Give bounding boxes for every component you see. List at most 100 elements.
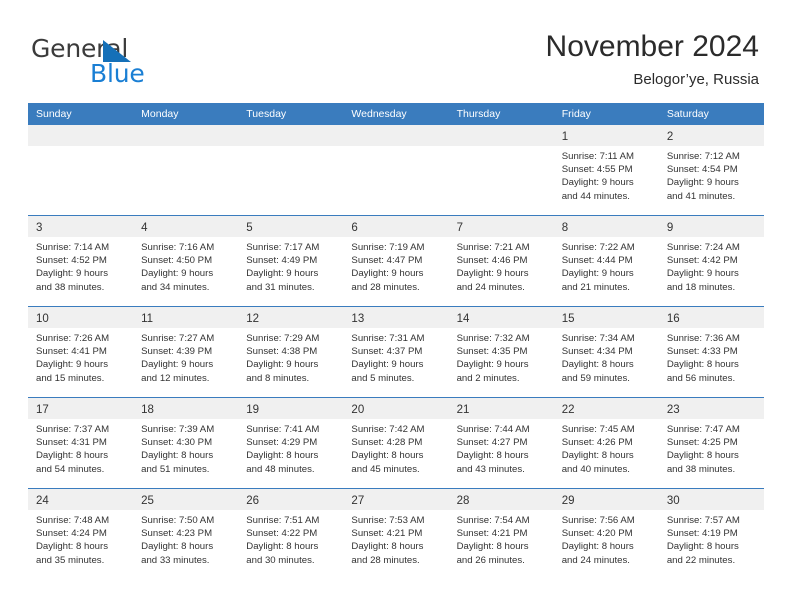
daylight-text-cont: and 59 minutes. — [561, 372, 630, 384]
calendar-day-cell[interactable]: 21 Sunrise: 7:44 AM Sunset: 4:27 PM Dayligh… — [448, 398, 554, 488]
sunrise-text: Sunrise: 7:54 AM — [456, 515, 530, 526]
calendar-day-cell[interactable]: 27 Sunrise: 7:53 AM Sunset: 4:21 PM Dayligh… — [343, 489, 449, 579]
sunrise-text: Sunrise: 7:41 AM — [246, 424, 320, 435]
calendar-day-cell[interactable]: 16 Sunrise: 7:36 AM Sunset: 4:33 PM Dayligh… — [658, 307, 764, 397]
calendar-day-cell[interactable]: 9 Sunrise: 7:24 AM Sunset: 4:42 PM Daylight… — [658, 216, 764, 306]
sunset-text: Sunset: 4:47 PM — [351, 255, 423, 267]
day-number-band: 2 — [658, 125, 764, 146]
calendar-day-cell[interactable]: 12 Sunrise: 7:29 AM Sunset: 4:38 PM Dayligh… — [238, 307, 344, 397]
sunset-text: Sunset: 4:22 PM — [246, 528, 318, 540]
daylight-text: Daylight: 8 hours — [456, 450, 529, 462]
day-details: Sunrise: 7:42 AM Sunset: 4:28 PM Daylight:… — [343, 419, 448, 476]
daylight-text-cont: and 8 minutes. — [246, 372, 310, 384]
calendar-day-cell[interactable]: 19 Sunrise: 7:41 AM Sunset: 4:29 PM Dayligh… — [238, 398, 344, 488]
day-number: 19 — [246, 404, 260, 416]
calendar-day-cell[interactable]: 18 Sunrise: 7:39 AM Sunset: 4:30 PM Dayligh… — [133, 398, 239, 488]
daylight-text-cont: and 38 minutes. — [36, 281, 105, 293]
calendar-day-cell[interactable]: 6 Sunrise: 7:19 AM Sunset: 4:47 PM Daylight… — [343, 216, 449, 306]
day-details: Sunrise: 7:41 AM Sunset: 4:29 PM Daylight:… — [238, 419, 343, 476]
calendar-week-row: 1 Sunrise: 7:11 AM Sunset: 4:55 PM Daylight… — [28, 125, 764, 216]
daylight-text-cont: and 15 minutes. — [36, 372, 105, 384]
sunset-text: Sunset: 4:35 PM — [456, 346, 528, 358]
day-details: Sunrise: 7:37 AM Sunset: 4:31 PM Daylight:… — [28, 419, 133, 476]
daylight-text: Daylight: 8 hours — [141, 541, 214, 553]
calendar-day-cell[interactable]: 4 Sunrise: 7:16 AM Sunset: 4:50 PM Daylight… — [133, 216, 239, 306]
day-number: 24 — [36, 495, 49, 507]
day-number-band: 16 — [658, 307, 764, 328]
day-number: 26 — [246, 495, 260, 507]
sunrise-text: Sunrise: 7:42 AM — [351, 424, 425, 435]
day-number: 10 — [36, 313, 49, 325]
day-number-band: 13 — [343, 307, 449, 328]
day-number: 13 — [351, 313, 365, 325]
calendar-day-cell[interactable]: 24 Sunrise: 7:48 AM Sunset: 4:24 PM Dayligh… — [28, 489, 134, 579]
calendar-empty-cell — [448, 125, 554, 215]
calendar-page: General Blue November 2024 Belogor’ye, R… — [0, 0, 792, 612]
calendar-day-cell[interactable]: 14 Sunrise: 7:32 AM Sunset: 4:35 PM Dayligh… — [448, 307, 554, 397]
sunrise-text: Sunrise: 7:14 AM — [36, 242, 110, 253]
sunset-text: Sunset: 4:20 PM — [561, 528, 633, 540]
sunset-text: Sunset: 4:49 PM — [246, 255, 318, 267]
calendar-day-cell[interactable]: 25 Sunrise: 7:50 AM Sunset: 4:23 PM Dayligh… — [133, 489, 239, 579]
day-number-band: 29 — [553, 489, 659, 510]
sunset-text: Sunset: 4:28 PM — [351, 437, 423, 449]
day-number: 29 — [561, 495, 575, 507]
daylight-text: Daylight: 9 hours — [351, 268, 424, 280]
day-number-band: 25 — [133, 489, 239, 510]
sunrise-text: Sunrise: 7:29 AM — [246, 333, 320, 344]
day-number-band: 22 — [553, 398, 659, 419]
calendar-day-cell[interactable]: 22 Sunrise: 7:45 AM Sunset: 4:26 PM Dayligh… — [553, 398, 659, 488]
sunrise-text: Sunrise: 7:24 AM — [666, 242, 740, 253]
day-number-band — [343, 125, 449, 146]
sunrise-text: Sunrise: 7:45 AM — [561, 424, 635, 435]
day-number: 18 — [141, 404, 154, 416]
daylight-text: Daylight: 8 hours — [36, 450, 108, 462]
weekday-header-tuesday: Tuesday — [238, 103, 344, 125]
calendar-day-cell[interactable]: 23 Sunrise: 7:47 AM Sunset: 4:25 PM Dayligh… — [658, 398, 764, 488]
calendar-day-cell[interactable]: 7 Sunrise: 7:21 AM Sunset: 4:46 PM Daylight… — [448, 216, 554, 306]
day-number: 20 — [351, 404, 365, 416]
calendar-day-cell[interactable]: 29 Sunrise: 7:56 AM Sunset: 4:20 PM Dayligh… — [553, 489, 659, 579]
calendar-day-cell[interactable]: 11 Sunrise: 7:27 AM Sunset: 4:39 PM Dayligh… — [133, 307, 239, 397]
day-number-band: 3 — [28, 216, 134, 237]
day-details — [343, 146, 448, 150]
daylight-text: Daylight: 8 hours — [561, 541, 634, 553]
daylight-text-cont: and 48 minutes. — [246, 463, 315, 475]
sunrise-text: Sunrise: 7:27 AM — [141, 333, 215, 344]
sunset-text: Sunset: 4:46 PM — [456, 255, 528, 267]
calendar-day-cell[interactable]: 10 Sunrise: 7:26 AM Sunset: 4:41 PM Dayligh… — [28, 307, 134, 397]
calendar-day-cell[interactable]: 1 Sunrise: 7:11 AM Sunset: 4:55 PM Daylight… — [553, 125, 659, 215]
calendar-day-cell[interactable]: 26 Sunrise: 7:51 AM Sunset: 4:22 PM Dayligh… — [238, 489, 344, 579]
calendar-day-cell[interactable]: 2 Sunrise: 7:12 AM Sunset: 4:54 PM Daylight… — [658, 125, 764, 215]
sunrise-text: Sunrise: 7:56 AM — [561, 515, 635, 526]
day-number: 9 — [666, 222, 674, 234]
calendar-day-cell[interactable]: 15 Sunrise: 7:34 AM Sunset: 4:34 PM Dayligh… — [553, 307, 659, 397]
day-number-band: 21 — [448, 398, 554, 419]
calendar-day-cell[interactable]: 5 Sunrise: 7:17 AM Sunset: 4:49 PM Daylight… — [238, 216, 344, 306]
daylight-text: Daylight: 9 hours — [666, 268, 739, 280]
calendar-day-cell[interactable]: 3 Sunrise: 7:14 AM Sunset: 4:52 PM Daylight… — [28, 216, 134, 306]
calendar-day-cell[interactable]: 20 Sunrise: 7:42 AM Sunset: 4:28 PM Dayligh… — [343, 398, 449, 488]
daylight-text: Daylight: 8 hours — [141, 450, 214, 462]
day-details: Sunrise: 7:12 AM Sunset: 4:54 PM Daylight:… — [659, 146, 764, 203]
calendar-day-cell[interactable]: 17 Sunrise: 7:37 AM Sunset: 4:31 PM Dayligh… — [28, 398, 134, 488]
calendar-day-cell[interactable]: 28 Sunrise: 7:54 AM Sunset: 4:21 PM Dayligh… — [448, 489, 554, 579]
calendar-week-row: 24 Sunrise: 7:48 AM Sunset: 4:24 PM Dayligh… — [28, 488, 764, 579]
daylight-text-cont: and 28 minutes. — [351, 281, 420, 293]
day-details: Sunrise: 7:56 AM Sunset: 4:20 PM Daylight:… — [554, 510, 659, 567]
daylight-text-cont: and 18 minutes. — [666, 281, 736, 293]
day-number: 28 — [456, 495, 470, 507]
day-details: Sunrise: 7:26 AM Sunset: 4:41 PM Daylight:… — [28, 328, 133, 385]
calendar-day-cell[interactable]: 30 Sunrise: 7:57 AM Sunset: 4:19 PM Dayligh… — [658, 489, 764, 579]
sunset-text: Sunset: 4:55 PM — [561, 164, 633, 176]
daylight-text: Daylight: 8 hours — [666, 450, 739, 462]
sunrise-text: Sunrise: 7:26 AM — [36, 333, 110, 344]
calendar-day-cell[interactable]: 8 Sunrise: 7:22 AM Sunset: 4:44 PM Daylight… — [553, 216, 659, 306]
daylight-text: Daylight: 9 hours — [561, 268, 634, 280]
day-number-band — [448, 125, 554, 146]
daylight-text-cont: and 41 minutes. — [666, 190, 736, 202]
day-number: 16 — [666, 313, 680, 325]
brand-logo[interactable]: General Blue — [31, 36, 221, 88]
calendar-day-cell[interactable]: 13 Sunrise: 7:31 AM Sunset: 4:37 PM Dayligh… — [343, 307, 449, 397]
calendar-empty-cell — [133, 125, 239, 215]
